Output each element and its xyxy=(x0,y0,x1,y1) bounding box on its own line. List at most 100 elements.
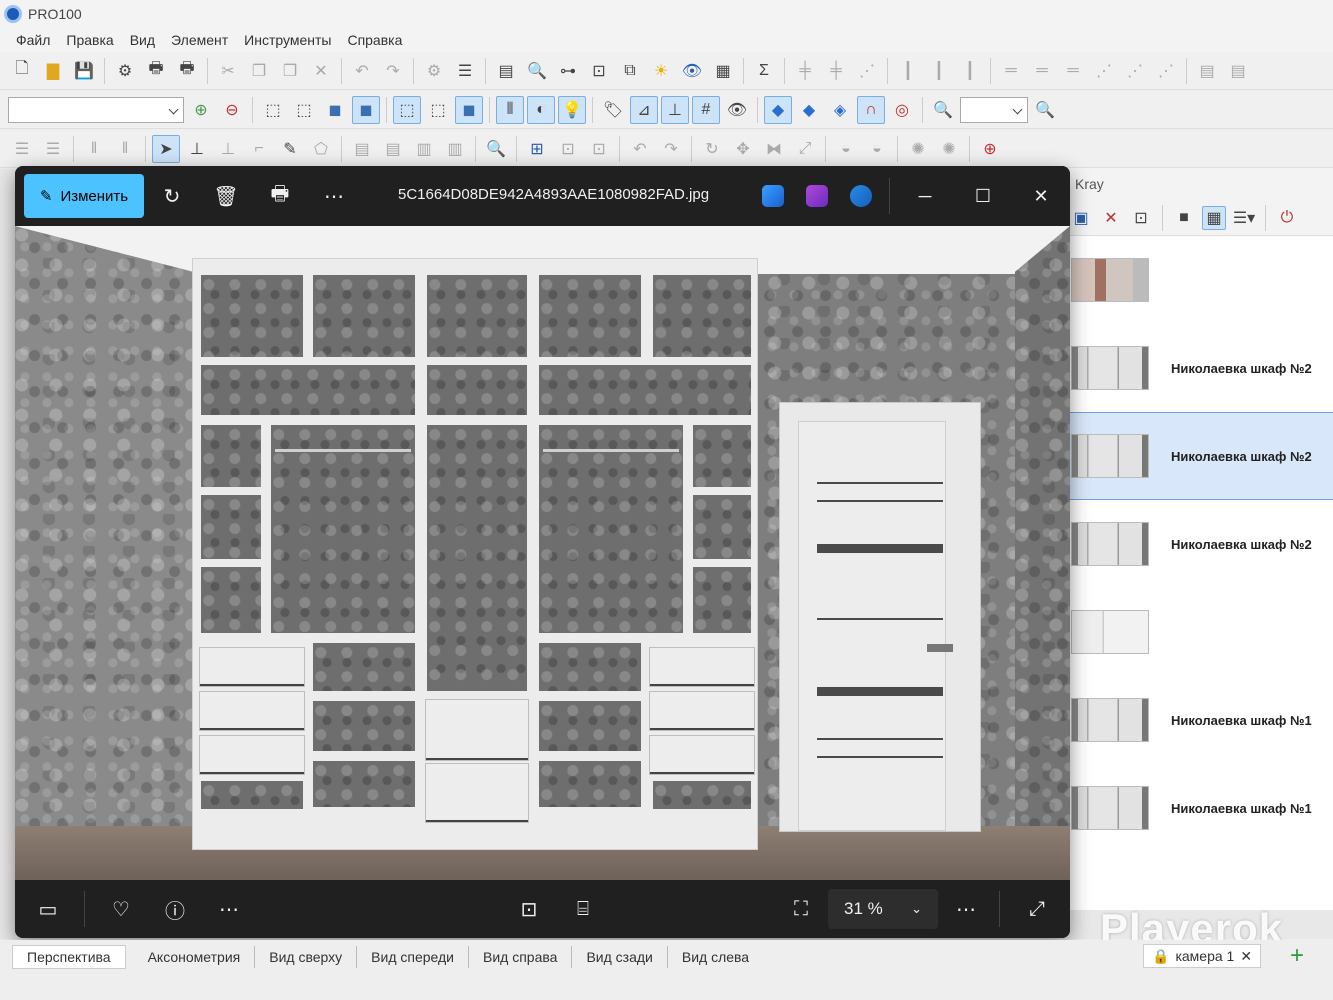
distribute-h2-icon[interactable]: ┃ xyxy=(925,57,953,85)
menu-file[interactable]: Файл xyxy=(8,32,58,48)
close-icon[interactable]: ✕ xyxy=(1240,948,1252,965)
mirror-icon[interactable]: ⧓ xyxy=(760,135,788,163)
move-icon[interactable]: ✥ xyxy=(729,135,757,163)
list-item[interactable]: Николаевка шкаф №2 xyxy=(1061,412,1333,500)
zoom-icon[interactable]: 🔍 xyxy=(523,57,551,85)
tab-back-view[interactable]: Вид сзади xyxy=(572,946,668,968)
close-icon[interactable]: ✕ xyxy=(1012,174,1070,218)
distribute-v-icon[interactable]: ═ xyxy=(997,57,1025,85)
pipe-icon[interactable]: ⦀ xyxy=(496,95,524,124)
list-item[interactable] xyxy=(1061,236,1333,324)
list-item[interactable]: Николаевка шкаф №2 xyxy=(1061,324,1333,412)
cube-outline-icon[interactable]: ⬚ xyxy=(290,96,318,124)
label-icon[interactable]: ⊿ xyxy=(630,95,658,124)
cut-icon[interactable]: ✂ xyxy=(214,57,242,85)
report-icon[interactable]: ▦ xyxy=(709,57,737,85)
cube-solid-icon[interactable]: ◼ xyxy=(352,95,380,124)
more-icon[interactable]: ⋯ xyxy=(312,174,356,218)
align-tl-icon[interactable]: ▤ xyxy=(348,135,376,163)
menu-edit[interactable]: Правка xyxy=(58,32,121,48)
designer-app-icon[interactable] xyxy=(762,185,784,207)
grid-icon[interactable]: # xyxy=(692,95,720,124)
sum-icon[interactable]: Σ xyxy=(750,57,778,85)
remove-layer-icon[interactable]: ⊖ xyxy=(218,96,246,124)
copy-icon[interactable]: ❐ xyxy=(245,57,273,85)
gear-icon[interactable]: ⚙ xyxy=(420,57,448,85)
camera-tab[interactable]: 🔒 камера 1 ✕ xyxy=(1143,944,1262,968)
magnet-icon[interactable]: ∩ xyxy=(857,95,885,124)
align-middle-icon[interactable]: ╪ xyxy=(822,57,850,85)
eye-icon[interactable]: 👁 xyxy=(723,96,751,124)
menu-view[interactable]: Вид xyxy=(122,32,163,48)
shape-icon[interactable]: ⬠ xyxy=(307,135,335,163)
visibility2-icon[interactable]: ✺ xyxy=(935,135,963,163)
add-camera-button[interactable]: + xyxy=(1290,944,1304,968)
pointer-icon[interactable]: ➤ xyxy=(152,134,180,163)
photo-image[interactable] xyxy=(15,226,1070,880)
distribute-v2-icon[interactable]: ═ xyxy=(1028,57,1056,85)
cube-front-icon[interactable]: ⬚ xyxy=(393,95,421,124)
clipchamp-icon[interactable] xyxy=(806,185,828,207)
cube-shaded-icon[interactable]: ◼ xyxy=(321,96,349,124)
add-layer-icon[interactable]: ⊕ xyxy=(187,96,215,124)
maximize-icon[interactable]: ☐ xyxy=(954,174,1012,218)
tab-right-view[interactable]: Вид справа xyxy=(469,946,573,968)
bulb-icon[interactable]: 💡 xyxy=(558,95,586,124)
menu-element[interactable]: Элемент xyxy=(163,32,236,48)
rotate-icon[interactable]: ↻ xyxy=(150,174,194,218)
zoom-dropdown[interactable]: 31 % ⌄ xyxy=(828,889,938,929)
rotate-cw-icon[interactable]: ↻ xyxy=(698,135,726,163)
image-view-icon[interactable]: ■ xyxy=(1172,206,1196,230)
tab-top-view[interactable]: Вид сверху xyxy=(255,946,358,968)
cube-textured-icon[interactable]: ◼ xyxy=(455,95,483,124)
undo-icon[interactable]: ↶ xyxy=(348,57,376,85)
zoom-out-icon[interactable]: 🔍 xyxy=(929,96,957,124)
redo-icon[interactable]: ↷ xyxy=(379,57,407,85)
rotate3-icon[interactable]: ⋰ xyxy=(1152,57,1180,85)
open-folder-icon[interactable]: ▇ xyxy=(39,57,67,85)
select-all-icon[interactable]: ⊞ xyxy=(523,135,551,163)
list-item[interactable]: Николаевка шкаф №1 xyxy=(1061,676,1333,764)
spacing-h-icon[interactable]: ‖ xyxy=(80,135,108,163)
menu-tools[interactable]: Инструменты xyxy=(236,32,339,48)
render-eye-icon[interactable]: 👁 xyxy=(678,57,706,85)
print-icon[interactable]: 🖶 xyxy=(142,57,170,85)
power-icon[interactable]: ⏻ xyxy=(1275,206,1299,230)
list-item[interactable]: Николаевка шкаф №1 xyxy=(1061,764,1333,852)
crosshair-icon[interactable]: ⊕ xyxy=(976,135,1004,163)
align-diagonal-icon[interactable]: ⋰ xyxy=(853,57,881,85)
insert-icon[interactable]: ⊥ xyxy=(183,135,211,163)
align-tr-icon[interactable]: ▤ xyxy=(379,135,407,163)
snap-edge-icon[interactable]: ◆ xyxy=(795,96,823,124)
text-scan-icon[interactable]: ⌸ xyxy=(561,887,605,931)
spacing-v2-icon[interactable]: ☰ xyxy=(39,135,67,163)
cube-back-icon[interactable]: ⬚ xyxy=(424,96,452,124)
distribute-h-icon[interactable]: ┃ xyxy=(894,57,922,85)
new-file-icon[interactable]: 🗋 xyxy=(8,57,36,85)
tab-front-view[interactable]: Вид спереди xyxy=(357,946,469,968)
align-center-icon[interactable]: ╪ xyxy=(791,57,819,85)
save-icon[interactable]: 💾 xyxy=(70,57,98,85)
favorite-heart-icon[interactable]: ♡ xyxy=(99,887,143,931)
comment-icon[interactable]: ⌐ xyxy=(245,135,273,163)
tab-perspective[interactable]: Перспектива xyxy=(12,945,126,969)
dimension-icon[interactable]: ⊥ xyxy=(661,95,689,124)
document-icon[interactable]: ▤ xyxy=(492,57,520,85)
align-left2-icon[interactable]: ▤ xyxy=(1224,57,1252,85)
tag-icon[interactable]: 🏷 xyxy=(599,96,627,124)
zoom-combo[interactable] xyxy=(960,96,1028,123)
more-icon[interactable]: ⋯ xyxy=(207,887,251,931)
info-icon[interactable]: ⓘ xyxy=(153,887,197,931)
list-item[interactable] xyxy=(1061,588,1333,676)
visibility-icon[interactable]: ✺ xyxy=(904,135,932,163)
tab-left-view[interactable]: Вид слева xyxy=(668,946,763,968)
target-icon[interactable]: ◎ xyxy=(888,96,916,124)
rotate-icon[interactable]: ⋰ xyxy=(1090,57,1118,85)
snap-face-icon[interactable]: ◈ xyxy=(826,96,854,124)
print-preview-icon[interactable]: 🖶 xyxy=(173,57,201,85)
distribute-v3-icon[interactable]: ═ xyxy=(1059,57,1087,85)
cube-wire-icon[interactable]: ⬚ xyxy=(259,96,287,124)
delete-icon[interactable]: ✕ xyxy=(1099,206,1123,230)
spacing-h2-icon[interactable]: ‖ xyxy=(111,135,139,163)
tab-axonometry[interactable]: Аксонометрия xyxy=(134,946,256,968)
